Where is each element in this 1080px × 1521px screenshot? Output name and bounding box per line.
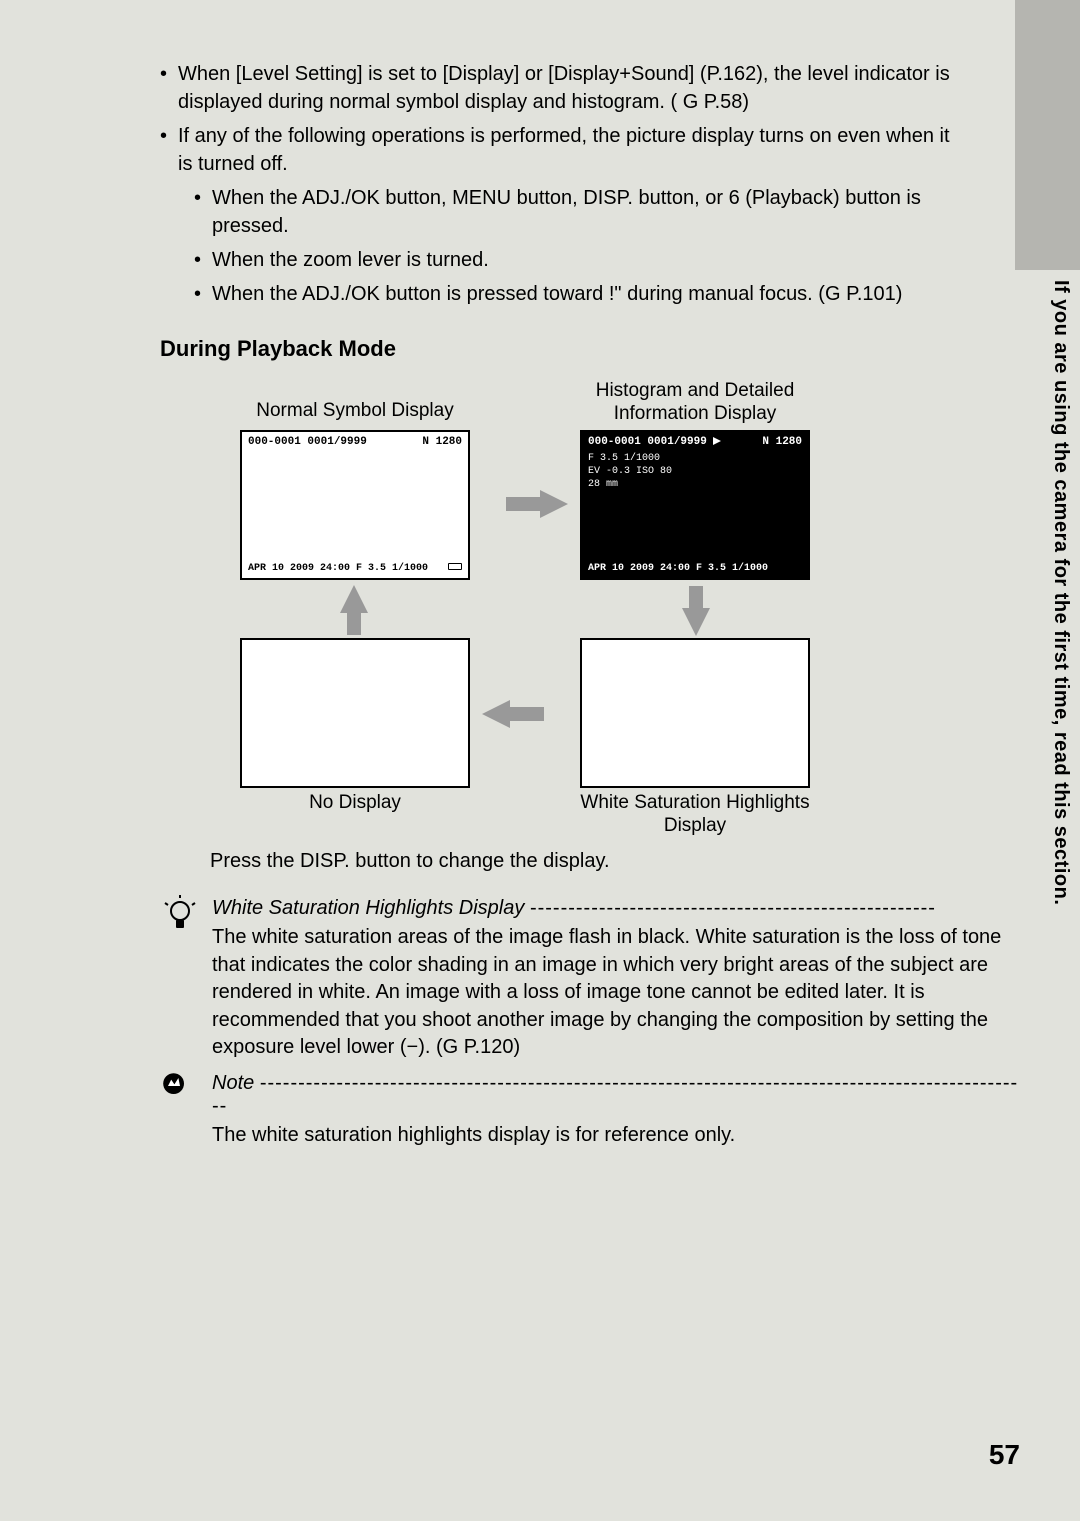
arrow-down-icon	[682, 608, 710, 636]
note-callout: Note -----------------------------------…	[160, 1072, 1020, 1150]
note-title: Note	[212, 1072, 254, 1094]
screen-header-left-2: 000-0001 0001/9999	[588, 436, 707, 448]
screen-normal: 000-0001 0001/9999 N 1280 APR 10 2009 24…	[240, 430, 470, 580]
note-divider: ----------------------------------------…	[212, 1072, 1018, 1117]
sub-bullet-3: When the ADJ./OK button is pressed towar…	[194, 280, 960, 308]
vertical-caption: If you are using the camera for the firs…	[1049, 280, 1072, 905]
screen-header-right-2: N 1280	[762, 436, 802, 448]
tip-divider: ----------------------------------------…	[530, 897, 936, 919]
sub-bullets: When the ADJ./OK button, MENU button, DI…	[194, 184, 960, 308]
page-number: 57	[989, 1439, 1020, 1471]
screen-white-saturation	[580, 638, 810, 788]
chapter-tab	[1015, 0, 1080, 270]
screen-header-right: N 1280	[422, 436, 462, 448]
white-saturation-label: White Saturation Highlights Display	[580, 792, 810, 838]
screen-footer: APR 10 2009 24:00 F 3.5 1/1000	[248, 563, 428, 574]
screen-footer-2: APR 10 2009 24:00 F 3.5 1/1000	[588, 563, 768, 574]
bullet-1: When [Level Setting] is set to [Display]…	[160, 60, 960, 116]
section-heading: During Playback Mode	[160, 336, 1080, 362]
sub-bullet-1: When the ADJ./OK button, MENU button, DI…	[194, 184, 960, 240]
info-line-2: EV -0.3 ISO 80	[588, 465, 802, 478]
playback-icon	[713, 437, 723, 445]
screen-no-display	[240, 638, 470, 788]
display-mode-diagram: Normal Symbol Display Histogram and Deta…	[210, 380, 930, 840]
intro-bullets: When [Level Setting] is set to [Display]…	[160, 60, 960, 308]
bullet-2: If any of the following operations is pe…	[160, 122, 960, 308]
no-display-label: No Display	[240, 792, 470, 815]
tip-title: White Saturation Highlights Display	[212, 897, 524, 919]
normal-label: Normal Symbol Display	[240, 400, 470, 423]
screen-histogram: 000-0001 0001/9999 N 1280 F 3.5 1/1000 E…	[580, 430, 810, 580]
battery-icon	[448, 563, 462, 570]
press-instruction: Press the DISP. button to change the dis…	[210, 850, 1080, 873]
screen-header-left: 000-0001 0001/9999	[248, 436, 367, 448]
bullet-2-text: If any of the following operations is pe…	[178, 125, 950, 175]
info-line-3: 28 mm	[588, 478, 802, 491]
info-line-1: F 3.5 1/1000	[588, 452, 802, 465]
arrow-up-icon	[340, 585, 368, 613]
sub-bullet-2: When the zoom lever is turned.	[194, 246, 960, 274]
tip-callout: White Saturation Highlights Display ----…	[160, 897, 1020, 1062]
lightbulb-icon	[160, 895, 200, 935]
note-body: The white saturation highlights display …	[212, 1122, 1020, 1150]
note-icon	[160, 1070, 200, 1110]
tip-body: The white saturation areas of the image …	[212, 924, 1020, 1062]
histogram-label: Histogram and Detailed Information Displ…	[570, 380, 820, 426]
arrow-right-icon	[540, 490, 568, 518]
arrow-left-icon	[482, 700, 510, 728]
